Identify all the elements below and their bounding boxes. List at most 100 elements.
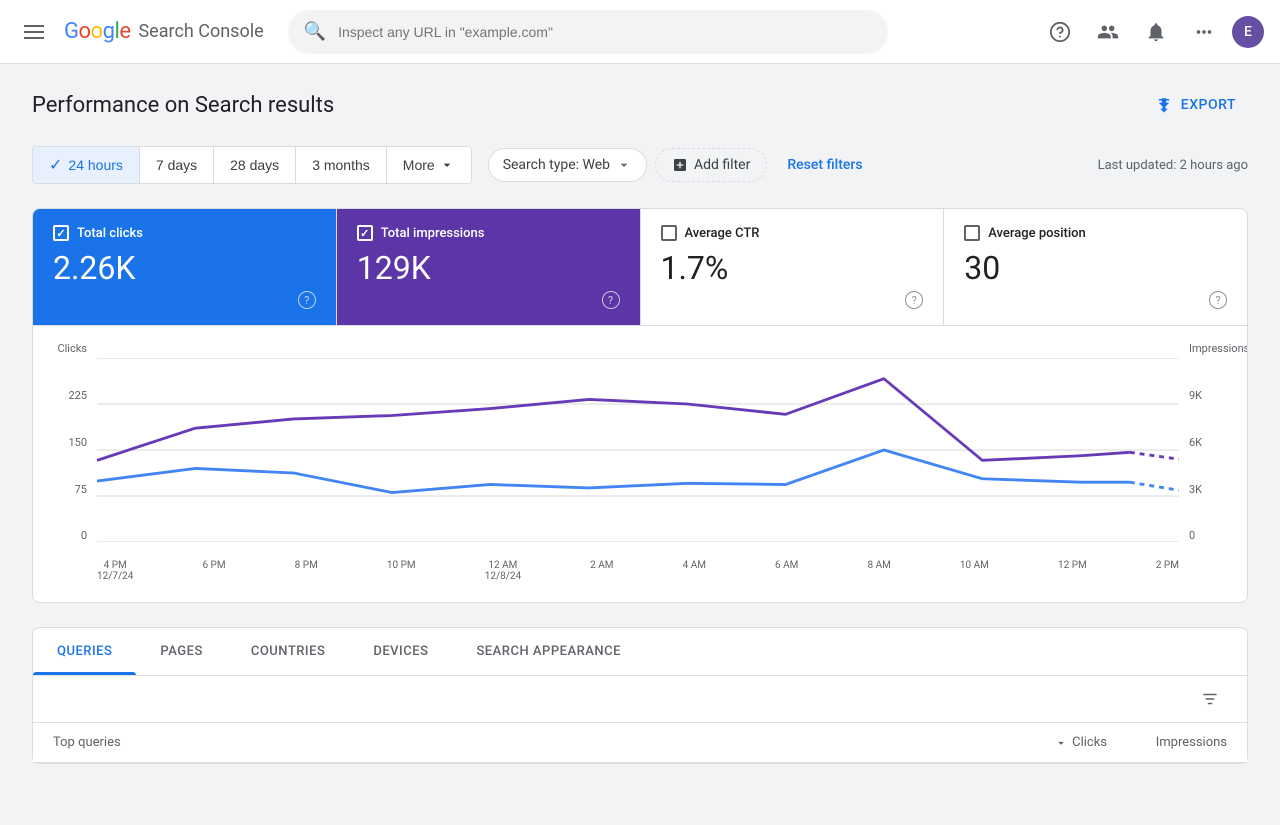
x-label-4pm: 4 PM 12/7/24 [97, 560, 133, 582]
table-section: QUERIES PAGES COUNTRIES DEVICES SEARCH A… [32, 627, 1248, 764]
metric-label-position: Average position [988, 226, 1086, 241]
search-type-filter[interactable]: Search type: Web [488, 148, 647, 182]
y-label-right-6k: 6K [1189, 436, 1202, 449]
product-name: Search Console [138, 21, 263, 42]
metric-card-total-impressions[interactable]: Total impressions 129K ? [337, 209, 641, 325]
metric-footer: ? [53, 291, 316, 309]
time-filter-more[interactable]: More [387, 147, 471, 183]
tab-countries[interactable]: COUNTRIES [227, 628, 350, 675]
filter-bar: ✓ 24 hours 7 days 28 days 3 months More … [32, 146, 1248, 184]
metric-label-clicks: Total clicks [77, 226, 143, 241]
notifications-button[interactable] [1136, 12, 1176, 52]
time-filter-24h[interactable]: ✓ 24 hours [33, 147, 140, 183]
metric-label-impressions: Total impressions [381, 226, 485, 241]
search-console-users-button[interactable] [1088, 12, 1128, 52]
x-axis-labels: 4 PM 12/7/24 6 PM 8 PM 10 PM 12 AM 12/8/ [97, 560, 1179, 582]
metric-checkbox-impressions[interactable] [357, 225, 373, 241]
x-label-6pm: 6 PM [202, 560, 225, 582]
help-icon-impressions[interactable]: ? [602, 291, 620, 309]
col-header-clicks: Clicks [987, 735, 1107, 750]
x-label-6am: 6 AM [775, 560, 798, 582]
chevron-down-icon [439, 157, 455, 173]
user-avatar[interactable]: E [1232, 16, 1264, 48]
tab-pages[interactable]: PAGES [136, 628, 226, 675]
chevron-down-icon [616, 157, 632, 173]
clicks-line [97, 450, 1130, 493]
metric-footer: ? [964, 291, 1227, 309]
tab-queries[interactable]: QUERIES [33, 628, 136, 675]
x-label-10pm: 10 PM [387, 560, 416, 582]
reset-filters-button[interactable]: Reset filters [775, 149, 874, 181]
metric-header: Total impressions [357, 225, 620, 241]
y-axis-left: Clicks 225 150 75 0 [53, 342, 93, 542]
x-label-4am: 4 AM [683, 560, 706, 582]
last-updated-label: Last updated: 2 hours ago [1098, 158, 1248, 173]
export-button[interactable]: EXPORT [1143, 88, 1248, 122]
time-filter-28days[interactable]: 28 days [214, 147, 296, 183]
tab-search-appearance[interactable]: SEARCH APPEARANCE [452, 628, 645, 675]
chart-svg [97, 358, 1179, 542]
col-header-impressions: Impressions [1107, 735, 1227, 750]
metric-checkbox-clicks[interactable] [53, 225, 69, 241]
google-wordmark: Google [64, 19, 130, 44]
x-label-8pm: 8 PM [295, 560, 318, 582]
metric-checkbox-ctr[interactable] [661, 225, 677, 241]
metric-card-average-position[interactable]: Average position 30 ? [944, 209, 1247, 325]
time-filter-3months[interactable]: 3 months [296, 147, 387, 183]
url-search-input[interactable] [338, 24, 872, 40]
table-toolbar [33, 676, 1247, 723]
y-axis-right: Impressions 9K 6K 3K 0 [1183, 342, 1227, 542]
filter-rows-button[interactable] [1189, 684, 1231, 714]
add-icon [672, 157, 688, 173]
metric-header: Average position [964, 225, 1227, 241]
sort-down-icon [1054, 736, 1068, 750]
y-label-left-title: Clicks [57, 342, 87, 355]
metric-card-average-ctr[interactable]: Average CTR 1.7% ? [641, 209, 945, 325]
chart-area: Clicks 225 150 75 0 Impressions 9K 6K 3K… [53, 342, 1227, 582]
tab-devices[interactable]: DEVICES [349, 628, 452, 675]
time-filter-group: ✓ 24 hours 7 days 28 days 3 months More [32, 146, 472, 184]
x-label-2pm: 2 PM [1156, 560, 1179, 582]
y-label-right-0: 0 [1189, 529, 1195, 542]
nav-right: E [1040, 12, 1264, 52]
col-header-query: Top queries [53, 735, 987, 750]
clicks-dotted-line [1130, 483, 1179, 491]
check-icon: ✓ [49, 155, 62, 175]
page-header: Performance on Search results EXPORT [32, 88, 1248, 122]
page-title: Performance on Search results [32, 93, 334, 118]
x-label-12pm: 12 PM [1058, 560, 1087, 582]
table-tabs: QUERIES PAGES COUNTRIES DEVICES SEARCH A… [33, 628, 1247, 676]
search-bar-inner: 🔍 [288, 10, 888, 54]
table-header-row: Top queries Clicks Impressions [33, 723, 1247, 763]
y-label-right-9k: 9K [1189, 389, 1202, 402]
help-icon-position[interactable]: ? [1209, 291, 1227, 309]
metric-checkbox-position[interactable] [964, 225, 980, 241]
x-label-8am: 8 AM [867, 560, 890, 582]
y-label-left-150: 150 [68, 436, 87, 449]
metric-value-position: 30 [964, 249, 1227, 287]
top-navigation: Google Search Console 🔍 E [0, 0, 1280, 64]
filter-chips: Search type: Web Add filter Reset filter… [488, 148, 875, 182]
time-filter-7days[interactable]: 7 days [140, 147, 214, 183]
impressions-line [97, 379, 1130, 461]
add-filter-button[interactable]: Add filter [655, 148, 767, 182]
url-inspection-bar[interactable]: 🔍 [288, 10, 888, 54]
help-button[interactable] [1040, 12, 1080, 52]
help-icon-ctr[interactable]: ? [905, 291, 923, 309]
metric-header: Average CTR [661, 225, 924, 241]
apps-button[interactable] [1184, 12, 1224, 52]
main-content: Performance on Search results EXPORT ✓ 2… [0, 64, 1280, 788]
metric-value-impressions: 129K [357, 249, 620, 287]
chart-container: Clicks 225 150 75 0 Impressions 9K 6K 3K… [33, 326, 1247, 602]
metric-card-total-clicks[interactable]: Total clicks 2.26K ? [33, 209, 337, 325]
y-label-left-225: 225 [68, 389, 87, 402]
metric-footer: ? [661, 291, 924, 309]
metrics-cards: Total clicks 2.26K ? Total impressions 1… [33, 209, 1247, 326]
help-icon-clicks[interactable]: ? [298, 291, 316, 309]
impressions-dotted-line [1130, 453, 1179, 460]
y-label-right-3k: 3K [1189, 483, 1202, 496]
hamburger-menu-button[interactable] [16, 13, 52, 51]
nav-left: Google Search Console [16, 13, 264, 51]
performance-panel: Total clicks 2.26K ? Total impressions 1… [32, 208, 1248, 603]
y-label-left-75: 75 [75, 483, 87, 496]
